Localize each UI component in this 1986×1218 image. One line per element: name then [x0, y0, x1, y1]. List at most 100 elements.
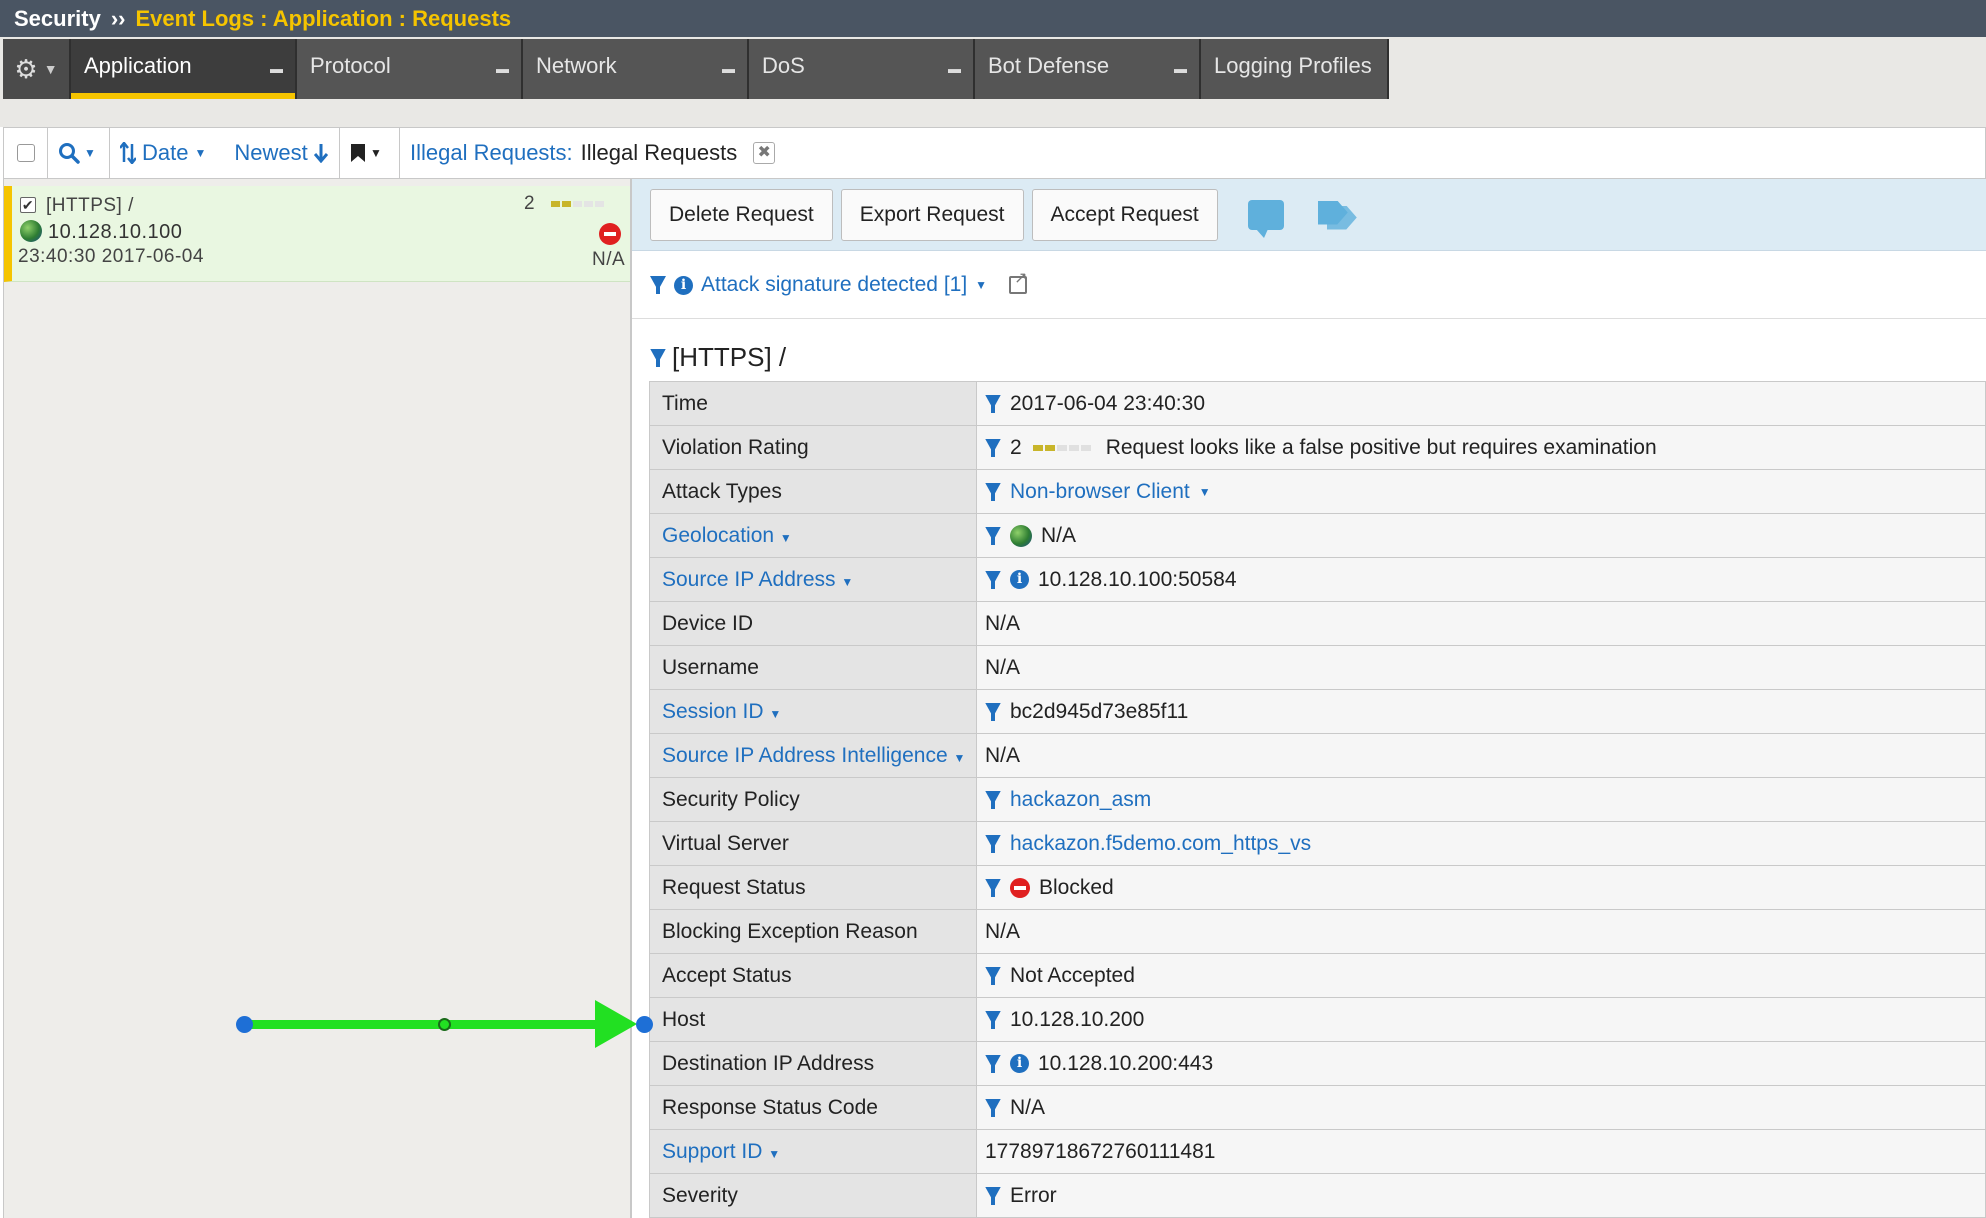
rating-value: 2: [524, 193, 536, 214]
filter-icon[interactable]: [985, 790, 1001, 810]
select-all-checkbox[interactable]: [16, 144, 35, 162]
filter-icon[interactable]: [985, 526, 1001, 546]
attack-signature-row: i Attack signature detected [1] ▼: [650, 268, 1027, 297]
row-value: Error: [1010, 1183, 1057, 1207]
chevron-down-icon: ▼: [1198, 484, 1211, 499]
filter-value: Illegal Requests: [580, 140, 738, 165]
chevron-down-icon: ▼: [43, 61, 58, 77]
info-icon[interactable]: i: [1010, 1054, 1029, 1073]
chevron-down-icon: ▬: [722, 61, 735, 76]
attack-type-link[interactable]: Non-browser Client: [1010, 480, 1190, 504]
settings-menu-button[interactable]: ⚙ ▼: [3, 39, 71, 99]
search-button[interactable]: ▼: [48, 128, 110, 178]
row-key: Host: [649, 997, 977, 1042]
list-item[interactable]: ✔ [HTTPS] / 10.128.10.100 23:40:30 2017-…: [4, 186, 630, 282]
sort-field-dropdown[interactable]: Date: [142, 140, 188, 166]
info-icon[interactable]: i: [1010, 570, 1029, 589]
table-row: Request Status Blocked: [649, 865, 1986, 910]
globe-icon: [20, 220, 42, 242]
filter-icon[interactable]: [985, 1054, 1001, 1074]
chevron-down-icon: ▼: [194, 146, 207, 160]
active-filter: Illegal Requests: Illegal Requests ✖: [400, 128, 785, 178]
export-request-button[interactable]: Export Request: [840, 188, 1024, 241]
list-item-url: [HTTPS] /: [46, 195, 134, 216]
filter-icon[interactable]: [650, 348, 666, 368]
tab-dos[interactable]: DoS ▬: [749, 39, 975, 99]
annotation-arrow-line: [244, 1020, 602, 1029]
filter-icon[interactable]: [985, 570, 1001, 590]
tab-network[interactable]: Network ▬: [523, 39, 749, 99]
chevron-down-icon: ▬: [948, 61, 961, 76]
globe-icon: [1010, 524, 1032, 547]
chevron-down-icon: ▼: [953, 750, 966, 765]
filter-icon[interactable]: [985, 878, 1001, 898]
list-item-status: N/A: [592, 249, 626, 270]
tab-application[interactable]: Application ▬: [71, 39, 297, 99]
filter-icon[interactable]: [985, 438, 1001, 458]
row-value: N/A: [985, 611, 1021, 635]
row-value: bc2d945d73e85f11: [1010, 699, 1189, 723]
sort-icon: [120, 142, 136, 164]
row-value: Not Accepted: [1010, 963, 1135, 987]
bookmark-button[interactable]: ▼: [340, 128, 400, 178]
row-key[interactable]: Source IP Address Intelligence: [662, 744, 948, 767]
comment-icon[interactable]: [1247, 199, 1284, 238]
filter-icon[interactable]: [985, 1010, 1001, 1030]
table-row: Blocking Exception Reason N/A: [649, 909, 1986, 954]
rating-bar: [1032, 444, 1091, 451]
top-nav: ⚙ ▼ Application ▬ Protocol ▬ Network ▬ D…: [3, 39, 1389, 99]
blocked-icon: [599, 223, 621, 245]
table-row: Source IP Address Intelligence ▼ N/A: [649, 733, 1986, 778]
breadcrumb-root[interactable]: Security: [14, 6, 101, 32]
table-row: Support ID ▼ 17789718672760111481: [649, 1129, 1986, 1174]
attack-signature-link[interactable]: Attack signature detected [1]: [701, 273, 967, 297]
filter-icon[interactable]: [985, 1098, 1001, 1118]
arrow-down-icon: [313, 144, 328, 163]
list-item-checkbox[interactable]: ✔: [20, 197, 36, 213]
sort-order-toggle[interactable]: Newest: [234, 140, 307, 166]
filter-icon[interactable]: [985, 394, 1001, 414]
top-nav-area: ⚙ ▼ Application ▬ Protocol ▬ Network ▬ D…: [0, 37, 1986, 127]
tab-protocol[interactable]: Protocol ▬: [297, 39, 523, 99]
filter-icon[interactable]: [985, 702, 1001, 722]
external-link-icon[interactable]: [1009, 268, 1027, 294]
clear-filter-icon[interactable]: ✖: [753, 142, 776, 164]
breadcrumb-separator: ››: [110, 5, 126, 31]
tab-label: Logging Profiles: [1214, 53, 1372, 78]
filter-label[interactable]: Illegal Requests:: [410, 140, 573, 166]
row-key[interactable]: Geolocation: [662, 524, 774, 547]
filter-icon[interactable]: [985, 1186, 1001, 1206]
row-value: N/A: [985, 919, 1021, 943]
row-key[interactable]: Support ID: [662, 1140, 762, 1163]
filter-icon[interactable]: [985, 482, 1001, 502]
tab-label: Application: [84, 53, 192, 78]
filter-icon[interactable]: [985, 834, 1001, 854]
breadcrumb: Security ›› Event Logs : Application : R…: [0, 0, 1986, 37]
tag-icon[interactable]: [1318, 199, 1358, 231]
chevron-down-icon: ▬: [1174, 61, 1187, 76]
tab-logging-profiles[interactable]: Logging Profiles: [1201, 39, 1389, 99]
accept-request-button[interactable]: Accept Request: [1031, 188, 1218, 241]
security-policy-link[interactable]: hackazon_asm: [1010, 788, 1151, 812]
filter-icon[interactable]: [650, 275, 666, 295]
row-key: Device ID: [649, 601, 977, 646]
chevron-down-icon: ▼: [768, 1146, 781, 1161]
request-title: [HTTPS] /: [650, 342, 786, 373]
select-all-cell: [4, 128, 48, 178]
table-row: Accept Status Not Accepted: [649, 953, 1986, 998]
row-key[interactable]: Source IP Address: [662, 568, 836, 591]
bookmark-icon: [351, 144, 365, 162]
table-row: Host 10.128.10.200: [649, 997, 1986, 1042]
row-value: 10.128.10.200: [1010, 1007, 1145, 1031]
delete-request-button[interactable]: Delete Request: [650, 188, 833, 241]
table-row: Device ID N/A: [649, 601, 1986, 646]
row-key: Security Policy: [649, 777, 977, 822]
row-key: Username: [649, 645, 977, 690]
row-key: Time: [649, 381, 977, 426]
table-row: Destination IP Address i 10.128.10.200:44…: [649, 1041, 1986, 1086]
virtual-server-link[interactable]: hackazon.f5demo.com_https_vs: [1010, 832, 1311, 856]
tab-bot-defense[interactable]: Bot Defense ▬: [975, 39, 1201, 99]
row-key: Violation Rating: [649, 425, 977, 470]
row-key[interactable]: Session ID: [662, 700, 764, 723]
filter-icon[interactable]: [985, 966, 1001, 986]
